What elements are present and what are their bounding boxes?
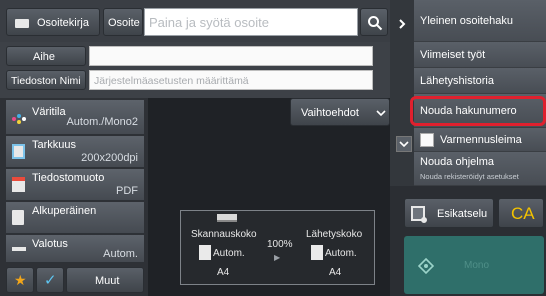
arrow-right-icon: ▶ bbox=[274, 253, 281, 262]
options-dropdown[interactable]: Vaihtoehdot bbox=[290, 98, 390, 126]
verification-stamp-label: Varmennusleima bbox=[440, 134, 522, 146]
file-format-icon bbox=[12, 177, 25, 192]
preview-button[interactable]: Esikatselu bbox=[404, 198, 494, 228]
highlight-frame bbox=[410, 96, 546, 126]
file-format-value: PDF bbox=[116, 185, 138, 197]
subject-label: Aihe bbox=[33, 51, 56, 63]
color-mode-label: Väritila bbox=[32, 106, 66, 118]
scan-size-paper: A4 bbox=[217, 267, 230, 278]
preview-icon bbox=[411, 206, 427, 223]
menu-item-label: Viimeiset työt bbox=[420, 49, 486, 61]
retrieve-program-sub: Nouda rekisteröidyt asetukset bbox=[420, 172, 519, 181]
search-icon bbox=[368, 16, 383, 31]
exposure-icon bbox=[12, 247, 26, 251]
scan-size-label: Skannauskoko bbox=[191, 229, 257, 240]
address-tab[interactable]: Osoite bbox=[103, 8, 143, 36]
options-label: Vaihtoehdot bbox=[301, 107, 359, 119]
star-icon: ★ bbox=[14, 272, 27, 288]
chevron-right-icon bbox=[399, 19, 406, 29]
filename-placeholder: Järjestelmäasetusten määrittämä bbox=[94, 75, 249, 87]
scan-size-value: Autom. bbox=[213, 248, 245, 259]
filename-label: Tiedoston Nimi bbox=[11, 75, 81, 87]
clear-all-button[interactable]: CA bbox=[498, 198, 544, 228]
setting-file-format[interactable]: Tiedostomuoto PDF bbox=[6, 169, 144, 201]
setting-exposure[interactable]: Valotus Autom. bbox=[6, 235, 144, 263]
exposure-label: Valotus bbox=[32, 238, 68, 250]
expand-menu-button[interactable] bbox=[394, 16, 410, 32]
others-label: Muut bbox=[95, 275, 120, 287]
setting-resolution[interactable]: Tarkkuus 200x200dpi bbox=[6, 136, 144, 168]
preview-label: Esikatselu bbox=[437, 208, 488, 220]
checkbox[interactable] bbox=[420, 133, 434, 147]
filename-button[interactable]: Tiedoston Nimi bbox=[6, 70, 86, 90]
setting-original[interactable]: Alkuperäinen bbox=[6, 202, 144, 234]
others-button[interactable]: Muut bbox=[66, 267, 144, 293]
filename-input[interactable]: Järjestelmäasetusten määrittämä bbox=[89, 70, 373, 90]
send-size-label: Lähetyskoko bbox=[306, 229, 363, 240]
confirm-button[interactable]: ✓ bbox=[36, 267, 64, 293]
address-book-label: Osoitekirja bbox=[37, 17, 89, 29]
resolution-icon bbox=[12, 144, 25, 159]
scanner-icon bbox=[217, 214, 237, 222]
menu-global-address-search[interactable]: Yleinen osoitehaku bbox=[414, 0, 546, 42]
favorite-button[interactable]: ★ bbox=[6, 267, 34, 293]
address-placeholder: Paina ja syötä osoite bbox=[149, 15, 269, 30]
address-input[interactable]: Paina ja syötä osoite bbox=[144, 8, 358, 36]
setting-color-mode[interactable]: Väritila Autom./Mono2 bbox=[6, 100, 144, 135]
send-paper-icon bbox=[311, 245, 323, 260]
address-tab-label: Osoite bbox=[108, 17, 140, 29]
size-panel[interactable]: Skannauskoko Autom. A4 100% ▶ Lähetyskok… bbox=[180, 210, 375, 285]
menu-item-label: Lähetyshistoria bbox=[420, 75, 494, 87]
ca-label: CA bbox=[511, 204, 535, 223]
file-format-label: Tiedostomuoto bbox=[32, 172, 105, 184]
subject-input[interactable] bbox=[89, 46, 373, 66]
resolution-label: Tarkkuus bbox=[32, 139, 77, 151]
resolution-value: 200x200dpi bbox=[81, 152, 138, 164]
scan-paper-icon bbox=[199, 245, 211, 260]
check-icon: ✓ bbox=[44, 272, 57, 289]
menu-send-history[interactable]: Lähetyshistoria bbox=[414, 68, 546, 94]
menu-retrieve-program[interactable]: Nouda ohjelma Nouda rekisteröidyt asetuk… bbox=[414, 152, 546, 186]
chevron-down-icon bbox=[376, 110, 386, 117]
address-book-icon bbox=[15, 19, 29, 28]
menu-item-label: Yleinen osoitehaku bbox=[420, 15, 513, 27]
start-button[interactable]: Mono bbox=[404, 236, 544, 294]
collapse-menu-button[interactable] bbox=[396, 136, 412, 152]
send-size-paper: A4 bbox=[329, 267, 342, 278]
ratio-value: 100% bbox=[267, 239, 293, 250]
verification-stamp-toggle[interactable]: Varmennusleima bbox=[414, 128, 546, 152]
retrieve-program-label: Nouda ohjelma bbox=[420, 156, 494, 168]
original-label: Alkuperäinen bbox=[32, 205, 97, 217]
start-label: Mono bbox=[464, 260, 490, 271]
color-mode-icon bbox=[12, 114, 26, 124]
address-book-button[interactable]: Osoitekirja bbox=[6, 8, 100, 36]
send-size-value: Autom. bbox=[325, 248, 357, 259]
start-diamond-icon bbox=[418, 258, 434, 274]
menu-recent-jobs[interactable]: Viimeiset työt bbox=[414, 42, 546, 68]
exposure-value: Autom. bbox=[103, 248, 138, 260]
subject-button[interactable]: Aihe bbox=[6, 46, 86, 66]
color-mode-value: Autom./Mono2 bbox=[66, 116, 138, 128]
original-icon bbox=[12, 210, 24, 225]
chevron-down-small-icon bbox=[399, 141, 409, 148]
search-button[interactable] bbox=[360, 8, 388, 36]
